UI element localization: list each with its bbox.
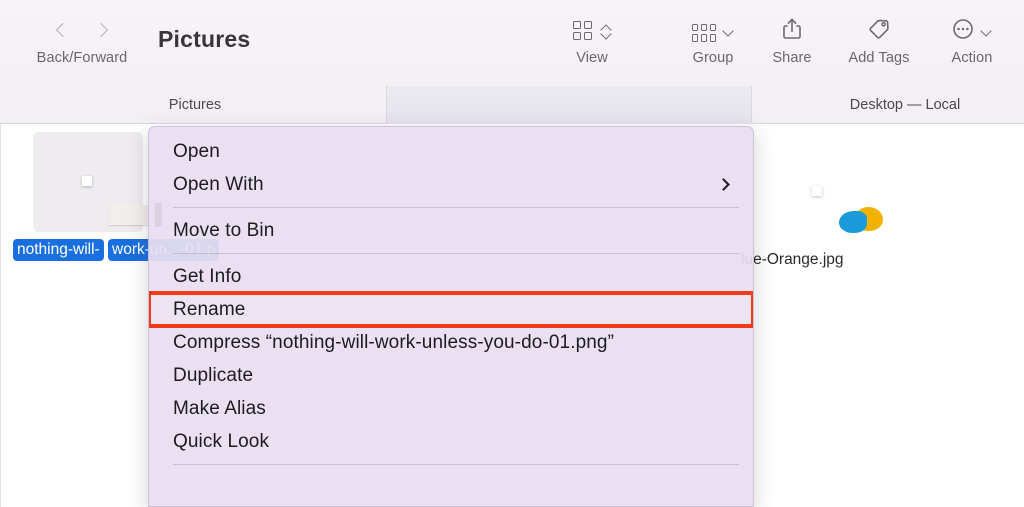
menu-item-duplicate[interactable]: Duplicate [149,359,753,392]
menu-item-get-info[interactable]: Get Info [149,260,753,293]
action-button[interactable]: Action [930,14,1014,66]
note-photo-thumbnail [82,175,92,186]
blue-orange-photo-thumbnail [812,185,822,196]
add-tags-button-label: Add Tags [848,50,910,66]
menu-item-compress-label: Compress “nothing-will-work-unless-you-d… [173,332,615,353]
group-button[interactable]: Group [672,14,754,66]
page-title: Pictures [158,26,251,52]
menu-item-move-to-bin[interactable]: Move to Bin [149,214,753,247]
action-button-label: Action [951,50,993,66]
group-rows-icon [692,21,716,42]
menu-item-open-with-label: Open With [173,174,264,195]
context-menu[interactable]: Open Open With Move to Bin Get Info Rena… [148,126,754,507]
grid-view-icon [572,21,593,41]
chevron-left-icon[interactable] [57,21,69,41]
chevron-down-icon [723,26,734,37]
tab-bar: Pictures Desktop — Local [0,86,1024,124]
tab-desktop-local[interactable]: Desktop — Local [790,86,1020,124]
tab-pictures[interactable]: Pictures [110,86,280,124]
menu-item-open-label: Open [173,141,220,162]
menu-item-quick-look[interactable]: Quick Look [149,425,753,458]
view-button-label: View [576,50,608,66]
tag-icon [867,17,891,45]
chevron-updown-icon [600,21,612,41]
menu-separator [173,253,739,254]
tab-desktop-local-label: Desktop — Local [849,97,961,113]
menu-item-rename[interactable]: Rename [149,291,753,328]
tab-active[interactable] [386,86,752,124]
back-forward-group: Back/Forward [22,14,142,66]
menu-item-open[interactable]: Open [149,135,753,168]
chevron-down-icon [981,26,992,37]
share-upload-icon [781,17,803,45]
finder-window: Back/Forward Pictures View Group Share A… [0,0,1024,507]
menu-item-make-alias-label: Make Alias [173,398,266,419]
back-forward-label: Back/Forward [36,50,128,66]
file-name-label: lue-Orange.jpg [741,249,891,271]
menu-separator [173,464,739,465]
view-button[interactable]: View [552,14,632,66]
menu-item-move-to-bin-label: Move to Bin [173,220,275,241]
menu-item-get-info-label: Get Info [173,266,242,287]
menu-separator [173,207,739,208]
group-button-label: Group [692,50,734,66]
toolbar: Back/Forward Pictures View Group Share A… [0,0,1024,86]
share-button[interactable]: Share [756,14,828,66]
ellipsis-circle-icon [952,18,974,45]
file-name-line-1: lue-Orange.jpg [741,251,844,268]
menu-item-compress[interactable]: Compress “nothing-will-work-unless-you-d… [149,326,753,359]
share-button-label: Share [772,50,812,66]
menu-item-quick-look-label: Quick Look [173,431,270,452]
file-name-label: nothing-will- work-un...-01.p [13,239,220,261]
file-name-line-1: nothing-will- [13,239,104,261]
file-item-selected[interactable]: nothing-will- work-un...-01.p [13,128,220,261]
menu-item-open-with[interactable]: Open With [149,168,753,201]
tab-pictures-label: Pictures [168,97,222,113]
menu-item-rename-label: Rename [173,299,246,320]
file-item-blue-orange[interactable]: lue-Orange.jpg [741,138,891,271]
chevron-right-icon [719,180,729,190]
menu-item-duplicate-label: Duplicate [173,365,254,386]
chevron-right-icon[interactable] [95,21,107,41]
menu-item-make-alias[interactable]: Make Alias [149,392,753,425]
add-tags-button[interactable]: Add Tags [832,14,926,66]
